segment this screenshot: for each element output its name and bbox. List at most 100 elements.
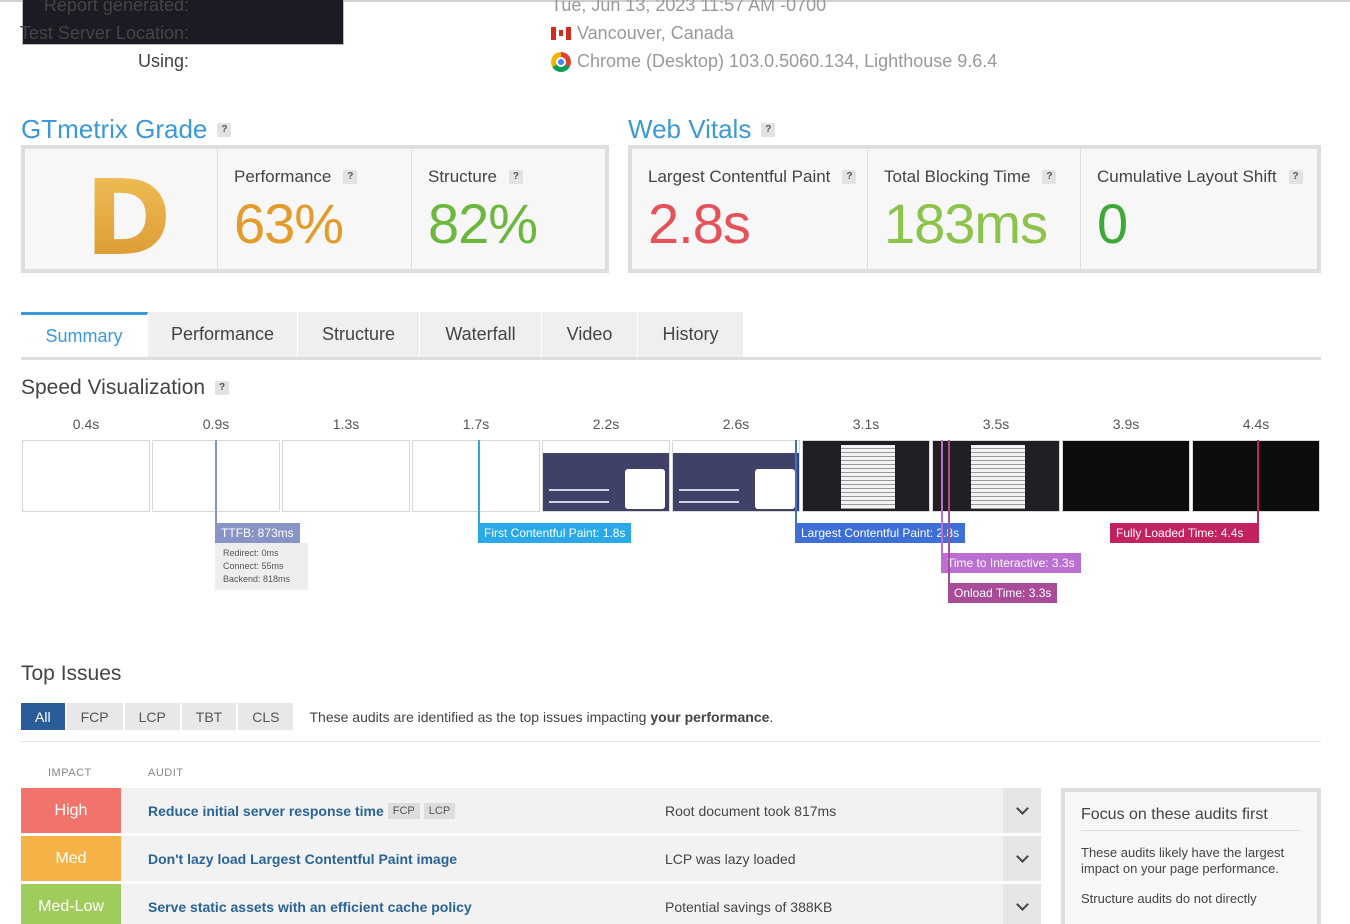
impact-column-header: IMPACT xyxy=(48,767,92,779)
test-location-value: Vancouver, Canada xyxy=(577,23,734,43)
expand-button[interactable] xyxy=(1003,884,1041,924)
audit-column-header: AUDIT xyxy=(148,767,184,779)
onload-marker-line xyxy=(948,440,950,583)
filter-all-button[interactable]: All xyxy=(21,703,65,730)
tbt-value: 183ms xyxy=(884,192,1048,255)
audit-finding: Root document took 817ms xyxy=(665,802,837,819)
audit-title[interactable]: Don't lazy load Largest Contentful Paint… xyxy=(148,836,457,881)
tab-performance[interactable]: Performance xyxy=(148,312,298,357)
fully-loaded-marker-line xyxy=(1257,440,1259,523)
issue-filters: All FCP LCP TBT CLS These audits are ide… xyxy=(21,703,773,730)
cls-label: Cumulative Layout Shift xyxy=(1097,167,1277,186)
timeline-tick: 4.4s xyxy=(1242,416,1270,432)
issue-row[interactable]: Med-Low Serve static assets with an effi… xyxy=(21,884,1041,924)
lcp-cell: Largest Contentful Paint? 2.8s xyxy=(632,149,868,269)
performance-label: Performance xyxy=(234,167,332,186)
issue-row[interactable]: High Reduce initial server response time… xyxy=(21,788,1041,833)
tab-waterfall[interactable]: Waterfall xyxy=(420,312,542,357)
tab-structure[interactable]: Structure xyxy=(298,312,420,357)
filmstrip-frame[interactable] xyxy=(672,440,800,512)
lcp-marker-line xyxy=(795,440,797,523)
issue-row[interactable]: Med Don't lazy load Largest Contentful P… xyxy=(21,836,1041,881)
focus-text: Structure audits do not directly xyxy=(1081,891,1257,906)
help-icon[interactable]: ? xyxy=(1042,170,1057,184)
timeline-tick: 3.1s xyxy=(852,416,880,432)
speed-visualization-title: Speed Visualization ? xyxy=(21,376,230,400)
fcp-marker-label: First Contentful Paint: 1.8s xyxy=(478,523,632,543)
test-location-label: Test Server Location: xyxy=(19,23,189,43)
tti-marker-label: Time to Interactive: 3.3s xyxy=(941,553,1081,573)
expand-button[interactable] xyxy=(1003,836,1041,881)
help-icon[interactable]: ? xyxy=(343,170,358,184)
timeline-tick: 3.9s xyxy=(1112,416,1140,432)
ttfb-marker-label: TTFB: 873ms xyxy=(215,523,300,543)
tbt-cell: Total Blocking Time? 183ms xyxy=(868,149,1081,269)
focus-title: Focus on these audits first xyxy=(1081,806,1301,831)
help-icon[interactable]: ? xyxy=(842,170,857,184)
report-generated-row: Report generated: Tue, Jun 13, 2023 11:5… xyxy=(0,0,1000,21)
test-location-row: Test Server Location: Vancouver, Canada xyxy=(0,23,1000,49)
filter-fcp-button[interactable]: FCP xyxy=(66,703,123,730)
timeline-tick: 2.6s xyxy=(722,416,750,432)
impact-badge: High xyxy=(21,788,121,833)
metric-tag: FCP xyxy=(387,802,420,819)
web-vitals-title: Web Vitals ? xyxy=(628,114,776,145)
help-icon[interactable]: ? xyxy=(1288,170,1303,184)
expand-button[interactable] xyxy=(1003,788,1041,833)
ttfb-connect: Connect: 55ms xyxy=(223,561,284,571)
filmstrip-frame[interactable] xyxy=(542,440,670,512)
timeline-tick: 2.2s xyxy=(592,416,620,432)
report-generated-label: Report generated: xyxy=(43,0,189,15)
fcp-marker-line xyxy=(478,440,480,523)
timeline-tick: 1.7s xyxy=(462,416,490,432)
performance-value: 63% xyxy=(234,192,344,255)
audit-title[interactable]: Serve static assets with an efficient ca… xyxy=(148,884,472,924)
help-icon[interactable]: ? xyxy=(508,170,523,184)
structure-cell: Structure? 82% xyxy=(412,149,605,269)
audit-title[interactable]: Reduce initial server response time FCP … xyxy=(148,788,456,833)
cls-value: 0 xyxy=(1097,192,1128,255)
chevron-down-icon xyxy=(1015,849,1029,863)
metric-tag: LCP xyxy=(423,802,456,819)
focus-text: These audits likely have the largest imp… xyxy=(1081,845,1285,876)
filmstrip-frame[interactable] xyxy=(412,440,540,512)
using-value: Chrome (Desktop) 103.0.5060.134, Lightho… xyxy=(577,51,998,71)
filmstrip-frame[interactable] xyxy=(282,440,410,512)
using-label: Using: xyxy=(137,51,189,71)
audit-finding: Potential savings of 388KB xyxy=(665,898,833,915)
filmstrip-frame[interactable] xyxy=(1062,440,1190,512)
filmstrip-frame[interactable] xyxy=(802,440,930,512)
lcp-value: 2.8s xyxy=(648,192,751,255)
lcp-marker-label: Largest Contentful Paint: 2.8s xyxy=(795,523,966,543)
tab-video[interactable]: Video xyxy=(542,312,638,357)
chrome-icon xyxy=(551,51,571,72)
structure-label: Structure xyxy=(428,167,497,186)
filter-tbt-button[interactable]: TBT xyxy=(181,703,237,730)
grade-cell: D xyxy=(25,149,218,279)
web-vitals-panel: Largest Contentful Paint? 2.8s Total Blo… xyxy=(628,145,1321,273)
tab-history[interactable]: History xyxy=(638,312,744,357)
timeline-tick: 3.5s xyxy=(982,416,1010,432)
report-generated-value: Tue, Jun 13, 2023 11:57 AM -0700 xyxy=(551,0,827,15)
timeline-tick: 0.9s xyxy=(202,416,230,432)
report-tabs: Summary Performance Structure Waterfall … xyxy=(21,312,1321,360)
tti-marker-line xyxy=(941,440,943,553)
impact-badge: Med xyxy=(21,836,121,881)
chevron-down-icon xyxy=(1015,801,1029,815)
filter-description: These audits are identified as the top i… xyxy=(309,708,774,725)
chevron-down-icon xyxy=(1015,897,1029,911)
filmstrip-frame[interactable] xyxy=(932,440,1060,512)
help-icon[interactable]: ? xyxy=(215,381,230,395)
fully-loaded-marker-label: Fully Loaded Time: 4.4s xyxy=(1110,523,1259,543)
audit-finding: LCP was lazy loaded xyxy=(665,850,796,867)
filter-cls-button[interactable]: CLS xyxy=(238,703,294,730)
cls-cell: Cumulative Layout Shift? 0 xyxy=(1081,149,1317,269)
grade-letter: D xyxy=(85,157,172,279)
focus-panel: Focus on these audits first These audits… xyxy=(1061,788,1321,924)
filmstrip-frame[interactable] xyxy=(1192,440,1320,512)
tab-summary[interactable]: Summary xyxy=(21,312,148,357)
help-icon[interactable]: ? xyxy=(217,122,232,137)
filmstrip-frame[interactable] xyxy=(22,440,150,512)
filter-lcp-button[interactable]: LCP xyxy=(124,703,180,730)
help-icon[interactable]: ? xyxy=(761,122,776,137)
